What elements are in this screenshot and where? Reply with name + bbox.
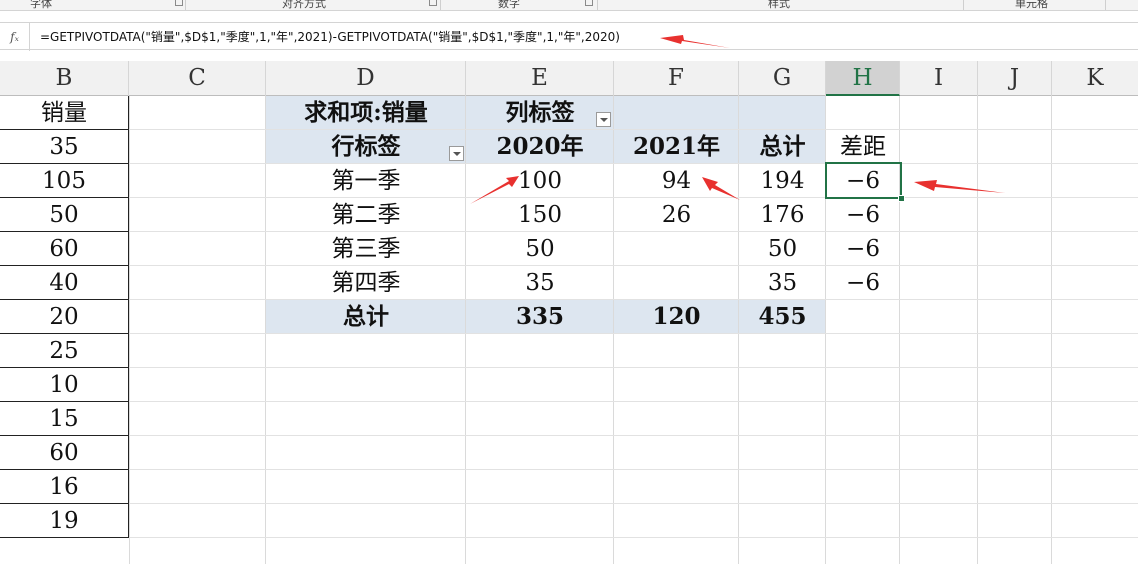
fx-icon[interactable]: 𝑓ₓ (0, 23, 30, 51)
column-headers: B C D E F G H I J K (0, 61, 1138, 96)
ribbon-separator (1105, 0, 1106, 10)
pivot-cell-2020[interactable]: 150 (466, 198, 614, 232)
column-header-k[interactable]: K (1052, 61, 1138, 96)
column-header-f[interactable]: F (614, 61, 739, 96)
ribbon-group-cells: 单元格 (1015, 0, 1048, 10)
pivot-cell-total[interactable]: 176 (739, 198, 826, 232)
diff-cell[interactable]: −6 (826, 198, 900, 232)
pivot-row-label[interactable]: 第一季 (266, 164, 466, 198)
formula-input[interactable]: =GETPIVOTDATA("销量",$D$1,"季度",1,"年",2021)… (40, 23, 620, 51)
pivot-year-2020-header[interactable]: 2020年 (466, 130, 614, 164)
gridline (0, 435, 1138, 436)
pivot-grand-total[interactable]: 455 (739, 300, 826, 334)
pivot-cell-total[interactable]: 35 (739, 266, 826, 300)
column-header-c[interactable]: C (129, 61, 266, 96)
column-header-d[interactable]: D (266, 61, 466, 96)
column-header-i[interactable]: I (900, 61, 978, 96)
gridline (0, 537, 1138, 538)
alignment-dialog-launcher-icon[interactable] (429, 0, 437, 6)
cell-b-value[interactable]: 60 (0, 232, 129, 266)
cell-b-value[interactable]: 25 (0, 334, 129, 368)
gridline (977, 96, 978, 564)
pivot-cell-total[interactable]: 50 (739, 232, 826, 266)
gridline (129, 96, 130, 564)
formula-bar: 𝑓ₓ =GETPIVOTDATA("销量",$D$1,"季度",1,"年",20… (0, 22, 1138, 51)
cell-b-value[interactable]: 60 (0, 436, 129, 470)
pivot-grand-total-2021[interactable]: 120 (614, 300, 739, 334)
diff-cell[interactable]: −6 (826, 232, 900, 266)
pivot-grand-total-label[interactable]: 总计 (266, 300, 466, 334)
ribbon-separator (597, 0, 598, 10)
ribbon-group-styles: 样式 (768, 0, 790, 10)
pivot-sum-label[interactable]: 求和项:销量 (266, 96, 466, 130)
pivot-cell-2020[interactable]: 50 (466, 232, 614, 266)
ribbon-separator (963, 0, 964, 10)
pivot-grand-total-2020[interactable]: 335 (466, 300, 614, 334)
active-cell-selection[interactable] (825, 162, 902, 199)
cell-b-value[interactable]: 105 (0, 164, 129, 198)
ribbon-group-number: 数字 (498, 0, 520, 10)
ribbon-separator (185, 0, 186, 10)
gridline (0, 401, 1138, 402)
diff-header[interactable]: 差距 (826, 130, 900, 164)
ribbon-strip: 字体 对齐方式 数字 样式 单元格 (0, 0, 1138, 11)
ribbon-group-font: 字体 (30, 0, 52, 10)
cell-b-value[interactable]: 10 (0, 368, 129, 402)
cell-b-value[interactable]: 15 (0, 402, 129, 436)
pivot-cell-2021[interactable] (614, 266, 739, 300)
column-header-b[interactable]: B (0, 61, 129, 96)
cell-b-value[interactable]: 50 (0, 198, 129, 232)
cell-b-value[interactable]: 16 (0, 470, 129, 504)
pivot-row-label[interactable]: 第三季 (266, 232, 466, 266)
font-dialog-launcher-icon[interactable] (175, 0, 183, 6)
cell-b-value[interactable]: 35 (0, 130, 129, 164)
worksheet-grid[interactable]: 销量 35 105 50 60 40 20 25 10 15 60 16 19 … (0, 96, 1138, 564)
pivot-cell-2021[interactable]: 26 (614, 198, 739, 232)
column-header-g[interactable]: G (739, 61, 826, 96)
fill-handle[interactable] (898, 195, 905, 202)
diff-cell[interactable]: −6 (826, 266, 900, 300)
pivot-cell-total[interactable]: 194 (739, 164, 826, 198)
column-header-h[interactable]: H (826, 61, 900, 96)
ribbon-group-alignment: 对齐方式 (282, 0, 326, 10)
pivot-row-labels[interactable]: 行标签 (266, 130, 466, 164)
column-header-j[interactable]: J (978, 61, 1052, 96)
ribbon-separator (440, 0, 441, 10)
cell-b-value[interactable]: 20 (0, 300, 129, 334)
gridline (0, 367, 1138, 368)
pivot-cell-2020[interactable]: 35 (466, 266, 614, 300)
pivot-cell-2021[interactable]: 94 (614, 164, 739, 198)
pivot-total-header[interactable]: 总计 (739, 130, 826, 164)
row-labels-filter-dropdown-icon[interactable] (449, 146, 464, 161)
column-labels-filter-dropdown-icon[interactable] (596, 112, 611, 127)
gridline (0, 469, 1138, 470)
pivot-column-labels[interactable]: 列标签 (466, 96, 614, 130)
gridline (1051, 96, 1052, 564)
pivot-year-2021-header[interactable]: 2021年 (614, 130, 739, 164)
pivot-row-label[interactable]: 第四季 (266, 266, 466, 300)
number-dialog-launcher-icon[interactable] (585, 0, 593, 6)
pivot-cell-2021[interactable] (614, 232, 739, 266)
cell-b-header[interactable]: 销量 (0, 96, 129, 130)
pivot-row-label[interactable]: 第二季 (266, 198, 466, 232)
cell-b-value[interactable]: 40 (0, 266, 129, 300)
column-header-e[interactable]: E (466, 61, 614, 96)
pivot-cell-2020[interactable]: 100 (466, 164, 614, 198)
gridline (0, 503, 1138, 504)
cell-b-value[interactable]: 19 (0, 504, 129, 538)
